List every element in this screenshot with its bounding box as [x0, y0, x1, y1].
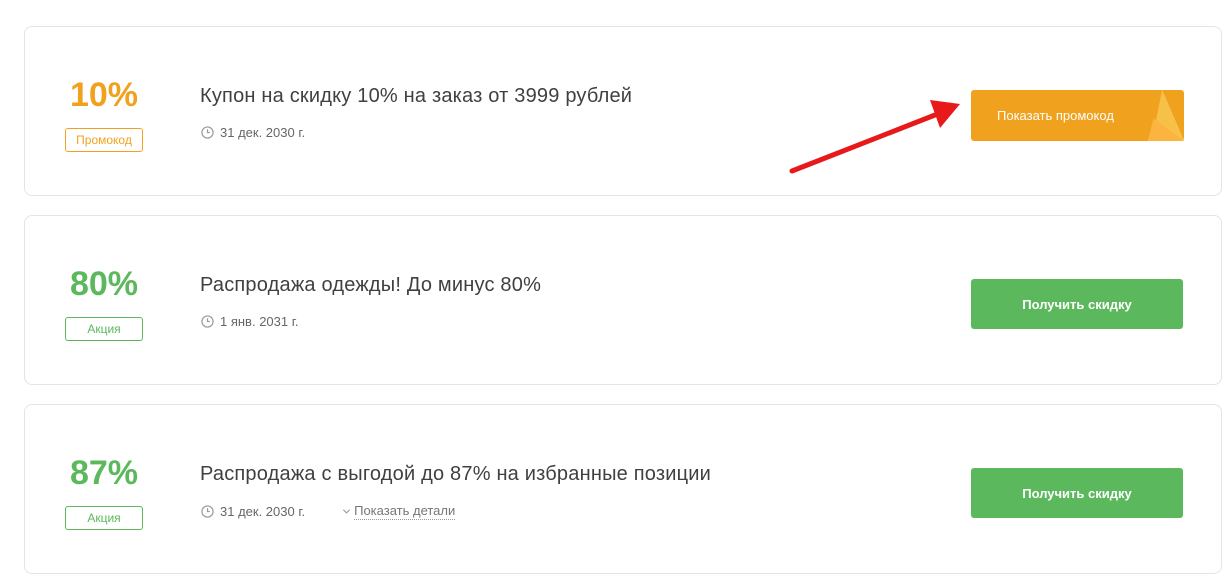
discount-value: 10%	[69, 76, 139, 114]
clock-icon	[201, 315, 214, 328]
expiry-date: 31 дек. 2030 г.	[220, 504, 306, 519]
expiry-date: 31 дек. 2030 г.	[220, 125, 306, 140]
offer-meta: 31 дек. 2030 г.	[201, 125, 305, 140]
expiry-date: 1 янв. 2031 г.	[220, 314, 299, 329]
offer-meta: 31 дек. 2030 г. Показать детали	[201, 503, 456, 520]
clock-icon	[201, 505, 214, 518]
type-badge: Акция	[65, 317, 143, 341]
discount-value: 87%	[69, 454, 139, 492]
type-badge: Промокод	[65, 128, 143, 152]
offer-title: Распродажа с выгодой до 87% на избранные…	[200, 463, 711, 485]
clock-icon	[201, 126, 214, 139]
get-discount-button[interactable]: Получить скидку	[971, 279, 1183, 329]
red-arrow-icon	[789, 100, 960, 174]
show-promocode-wrapper: Показать промокод	[971, 90, 1184, 141]
offer-card-promocode: 10% Промокод Купон на скидку 10% на зака…	[24, 26, 1222, 196]
offer-card-sale: 87% Акция Распродажа с выгодой до 87% на…	[24, 404, 1222, 574]
offer-title: Купон на скидку 10% на заказ от 3999 руб…	[200, 85, 633, 107]
type-badge: Акция	[65, 506, 143, 530]
get-discount-button[interactable]: Получить скидку	[971, 468, 1183, 518]
folded-corner-icon	[1148, 90, 1184, 141]
discount-value: 80%	[69, 265, 139, 303]
offer-title: Распродажа одежды! До минус 80%	[200, 274, 542, 296]
offer-meta: 1 янв. 2031 г.	[201, 314, 299, 329]
show-details-link[interactable]: Показать детали	[354, 503, 456, 520]
offer-card-sale: 80% Акция Распродажа одежды! До минус 80…	[24, 215, 1222, 385]
chevron-down-icon[interactable]	[342, 507, 351, 516]
